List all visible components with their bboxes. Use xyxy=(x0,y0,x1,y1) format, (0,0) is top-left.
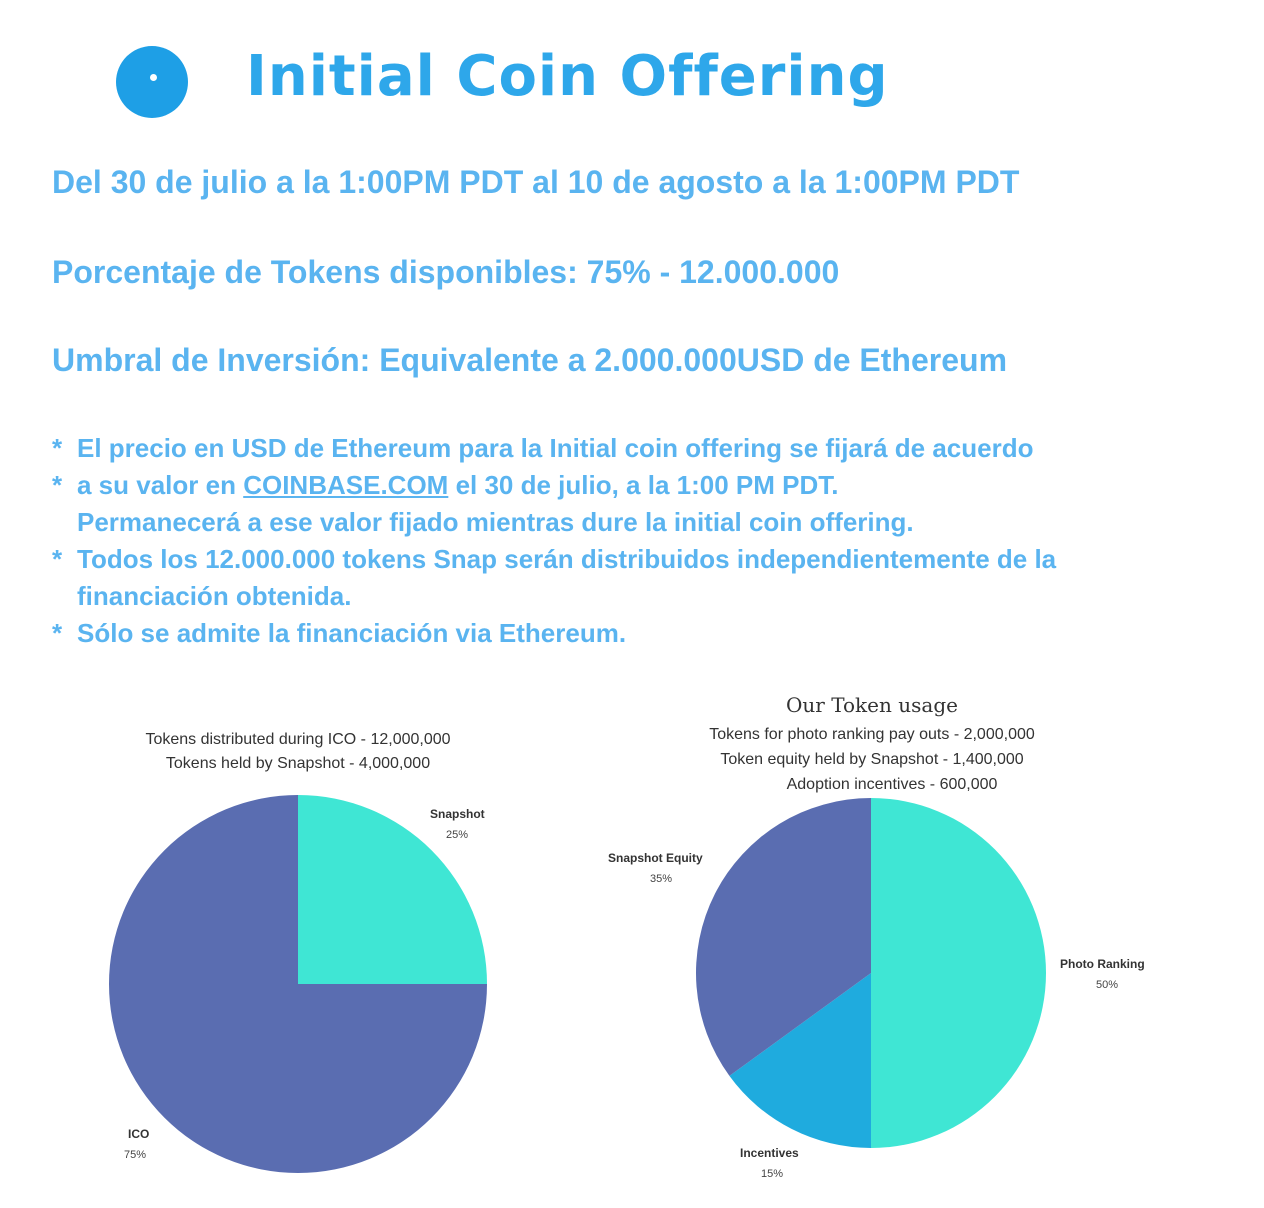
token-usage-chart: Our Token usage Tokens for photo ranking… xyxy=(600,690,1160,1190)
note-text: El precio en USD de Ethereum para la Ini… xyxy=(77,433,1034,463)
bullet-star: * xyxy=(52,433,63,463)
ico-dates: Del 30 de julio a la 1:00PM PDT al 10 de… xyxy=(52,164,1020,200)
bullet-star: * xyxy=(52,470,63,500)
token-usage-pie: Our Token usage Tokens for photo ranking… xyxy=(608,693,1145,1180)
slice-percent: 75% xyxy=(124,1149,146,1161)
note-text: Permanecerá a ese valor fijado mientras … xyxy=(77,507,914,537)
slice-percent: 50% xyxy=(1096,979,1118,991)
chart-subtitle: Tokens held by Snapshot - 4,000,000 xyxy=(166,755,430,772)
investment-threshold: Umbral de Inversión: Equivalente a 2.000… xyxy=(52,342,1008,378)
chart-subtitle: Token equity held by Snapshot - 1,400,00… xyxy=(720,751,1023,768)
note-text: Sólo se admite la financiación via Ether… xyxy=(77,618,627,648)
note-item: * Sólo se admite la financiación via Eth… xyxy=(52,615,1056,652)
note-item: * Todos los 12.000.000 tokens Snap serán… xyxy=(52,541,1056,578)
page-title: Initial Coin Offering xyxy=(246,44,889,109)
slice-label: Incentives xyxy=(740,1146,799,1160)
note-text: Todos los 12.000.000 tokens Snap serán d… xyxy=(77,544,1057,574)
note-item: * El precio en USD de Ethereum para la I… xyxy=(52,430,1056,467)
slice-percent: 25% xyxy=(446,829,468,841)
slice-percent: 35% xyxy=(650,873,672,885)
pie-slice-photo-ranking xyxy=(871,798,1046,1148)
slice-label: Photo Ranking xyxy=(1060,957,1145,971)
note-item: * a su valor en COINBASE.COM el 30 de ju… xyxy=(52,467,1056,504)
chart-subtitle: Tokens for photo ranking pay outs - 2,00… xyxy=(709,726,1035,743)
slice-label: Snapshot xyxy=(430,807,485,821)
note-item-continuation: Permanecerá a ese valor fijado mientras … xyxy=(52,504,1056,541)
tokens-available: Porcentaje de Tokens disponibles: 75% - … xyxy=(52,254,840,290)
pie-slice-snapshot xyxy=(298,795,487,984)
notes-list: * El precio en USD de Ethereum para la I… xyxy=(52,430,1056,652)
coin-icon xyxy=(116,46,188,118)
note-item-continuation: financiación obtenida. xyxy=(52,578,1056,615)
ico-distribution-pie: Tokens distributed during ICO - 12,000,0… xyxy=(109,731,487,1173)
slice-label: Snapshot Equity xyxy=(608,851,703,865)
chart-subtitle: Adoption incentives - 600,000 xyxy=(787,776,998,793)
note-text: el 30 de julio, a la 1:00 PM PDT. xyxy=(455,470,839,500)
ico-distribution-chart: Tokens distributed during ICO - 12,000,0… xyxy=(90,720,530,1190)
coin-icon-dot xyxy=(150,74,157,81)
slice-percent: 15% xyxy=(761,1168,783,1180)
chart-subtitle: Tokens distributed during ICO - 12,000,0… xyxy=(145,731,450,748)
chart-title: Our Token usage xyxy=(786,693,958,717)
bullet-star: * xyxy=(52,544,63,574)
coinbase-link[interactable]: COINBASE.COM xyxy=(243,470,448,500)
note-text: a su valor en xyxy=(77,470,236,500)
slice-label: ICO xyxy=(128,1127,149,1141)
note-text: financiación obtenida. xyxy=(77,581,352,611)
bullet-star: * xyxy=(52,618,63,648)
